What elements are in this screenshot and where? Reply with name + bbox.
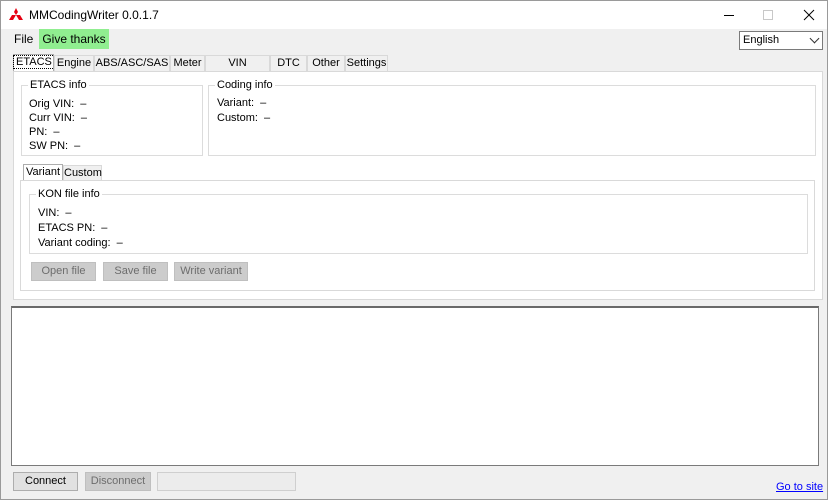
tab-settings[interactable]: Settings bbox=[345, 55, 388, 72]
variant-value: – bbox=[260, 97, 267, 109]
tab-other[interactable]: Other bbox=[307, 55, 345, 72]
app-window: MMCodingWriter 0.0.1.7 File Give thanks … bbox=[0, 0, 828, 500]
status-field bbox=[157, 472, 296, 491]
pn-row: PN: – bbox=[29, 126, 59, 138]
custom-label: Custom: bbox=[217, 112, 258, 124]
tab-dtc[interactable]: DTC bbox=[270, 55, 307, 72]
sw-pn-value: – bbox=[74, 140, 81, 152]
kon-file-info-title: KON file info bbox=[36, 188, 102, 200]
language-select[interactable]: English bbox=[739, 31, 823, 50]
coding-info-title: Coding info bbox=[215, 79, 275, 91]
connect-button[interactable]: Connect bbox=[13, 472, 78, 491]
tab-variant[interactable]: Variant bbox=[23, 164, 63, 181]
kon-etacs-pn-row: ETACS PN: – bbox=[38, 222, 107, 234]
menu-file[interactable]: File bbox=[8, 29, 39, 49]
minimize-button[interactable] bbox=[707, 1, 751, 29]
menu-bar: File Give thanks bbox=[1, 29, 827, 49]
kon-file-info-group: KON file info VIN: – ETACS PN: – Variant c… bbox=[29, 188, 808, 254]
kon-vin-row: VIN: – bbox=[38, 207, 72, 219]
orig-vin-row: Orig VIN: – bbox=[29, 98, 86, 110]
kon-etacs-pn-value: – bbox=[101, 222, 108, 234]
kon-variant-coding-row: Variant coding: – bbox=[38, 237, 123, 249]
custom-value: – bbox=[263, 112, 271, 124]
pn-label: PN: bbox=[29, 126, 48, 138]
orig-vin-label: Orig VIN: bbox=[29, 98, 75, 110]
language-selected-value: English bbox=[743, 34, 780, 46]
disconnect-button[interactable]: Disconnect bbox=[85, 472, 151, 491]
kon-vin-value: – bbox=[65, 207, 72, 219]
close-icon bbox=[803, 9, 815, 21]
tab-etacs[interactable]: ETACS bbox=[13, 54, 55, 72]
etacs-info-title: ETACS info bbox=[28, 79, 89, 91]
variant-tab-panel: KON file info VIN: – ETACS PN: – Variant c… bbox=[20, 180, 815, 291]
minimize-icon bbox=[724, 14, 734, 16]
pn-value: – bbox=[53, 126, 60, 138]
variant-row: Variant: – bbox=[217, 97, 266, 109]
kon-etacs-pn-label: ETACS PN: bbox=[38, 222, 96, 234]
sw-pn-label: SW PN: bbox=[29, 140, 69, 152]
open-file-button[interactable]: Open file bbox=[31, 262, 96, 281]
log-output-area[interactable] bbox=[11, 306, 819, 466]
maximize-button[interactable] bbox=[746, 1, 790, 29]
save-file-button[interactable]: Save file bbox=[103, 262, 168, 281]
chevron-down-icon bbox=[809, 33, 820, 44]
orig-vin-value: – bbox=[80, 98, 87, 110]
variant-label: Variant: bbox=[217, 97, 255, 109]
title-bar: MMCodingWriter 0.0.1.7 bbox=[1, 1, 827, 29]
mitsubishi-logo-icon bbox=[9, 8, 23, 20]
kon-variant-coding-value: – bbox=[116, 237, 123, 249]
kon-variant-coding-label: Variant coding: bbox=[38, 237, 111, 249]
tab-abs-asc-sas[interactable]: ABS/ASC/SAS bbox=[94, 55, 170, 72]
tab-meter[interactable]: Meter bbox=[170, 55, 205, 72]
write-variant-button[interactable]: Write variant bbox=[174, 262, 248, 281]
tab-vin-changer[interactable]: VIN Changer bbox=[205, 55, 270, 84]
kon-vin-label: VIN: bbox=[38, 207, 60, 219]
sw-pn-row: SW PN: – bbox=[29, 140, 80, 152]
custom-row: Custom: – bbox=[217, 112, 270, 124]
etacs-tab-panel: ETACS info Orig VIN: – Curr VIN: – PN: – SW… bbox=[13, 71, 823, 300]
etacs-info-group: ETACS info Orig VIN: – Curr VIN: – PN: – SW… bbox=[21, 79, 203, 156]
coding-info-group: Coding info Variant: – Custom: – bbox=[208, 79, 816, 156]
menu-give-thanks[interactable]: Give thanks bbox=[39, 29, 109, 49]
go-to-site-link[interactable]: Go to site bbox=[776, 481, 823, 493]
window-title: MMCodingWriter 0.0.1.7 bbox=[29, 8, 159, 22]
curr-vin-label: Curr VIN: bbox=[29, 112, 75, 124]
close-button[interactable] bbox=[787, 1, 827, 29]
tab-custom[interactable]: Custom bbox=[63, 165, 102, 181]
tab-engine[interactable]: Engine bbox=[54, 55, 94, 72]
curr-vin-value: – bbox=[80, 112, 87, 124]
curr-vin-row: Curr VIN: – bbox=[29, 112, 87, 124]
maximize-icon bbox=[763, 10, 773, 20]
